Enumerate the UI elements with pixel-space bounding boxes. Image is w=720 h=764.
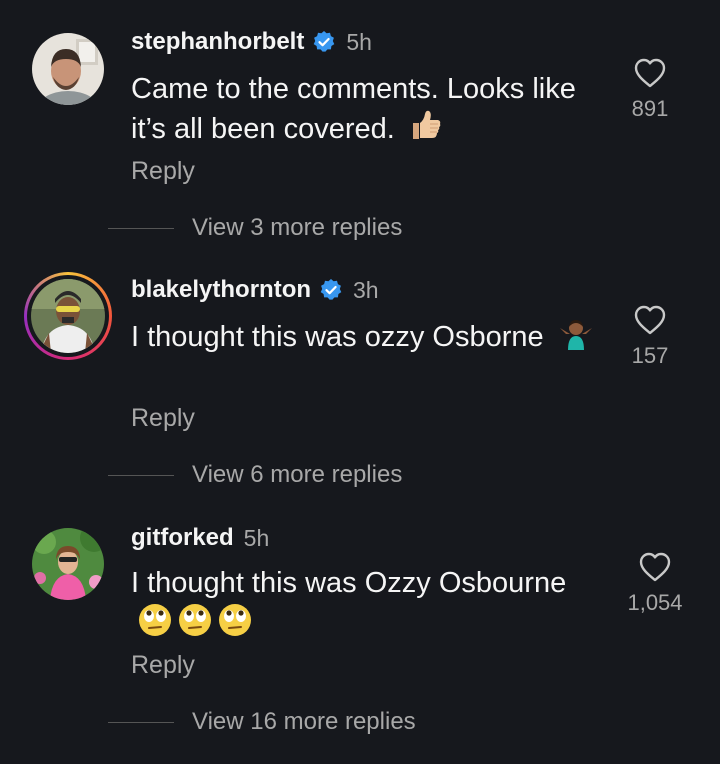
- heart-icon[interactable]: [639, 552, 671, 582]
- like-count: 1,054: [627, 590, 683, 615]
- like-button[interactable]: 157: [610, 305, 690, 369]
- verified-badge-icon: [320, 279, 342, 300]
- reply-button[interactable]: Reply: [131, 157, 195, 186]
- comment-text: I thought this was Ozzy Osbourne: [131, 565, 601, 648]
- view-replies-label[interactable]: View 3 more replies: [192, 214, 402, 242]
- comment-text-content: Came to the comments. Looks like it’s al…: [131, 73, 576, 145]
- view-replies-button[interactable]: View 6 more replies: [108, 460, 402, 490]
- like-button[interactable]: 891: [610, 58, 690, 122]
- comment-time: 5h: [243, 524, 270, 551]
- heart-icon[interactable]: [634, 58, 666, 88]
- view-replies-label[interactable]: View 16 more replies: [192, 708, 416, 736]
- reply-button[interactable]: Reply: [131, 651, 195, 680]
- avatar[interactable]: [32, 528, 104, 600]
- view-replies-label[interactable]: View 6 more replies: [192, 461, 402, 489]
- person-shrugging-icon: [558, 318, 594, 360]
- view-replies-button[interactable]: View 3 more replies: [108, 213, 402, 243]
- like-count: 891: [631, 96, 669, 121]
- comment-text-content: I thought this was ozzy Osborne: [131, 321, 544, 353]
- avatar[interactable]: [31, 279, 105, 353]
- verified-badge-icon: [314, 31, 335, 52]
- like-button[interactable]: 1,054: [610, 552, 700, 616]
- like-count: 157: [631, 343, 669, 368]
- avatar-story-ring[interactable]: [24, 272, 112, 360]
- reply-button[interactable]: Reply: [131, 404, 195, 433]
- username[interactable]: gitforked: [131, 524, 234, 552]
- comment-text: I thought this was ozzy Osborne: [131, 318, 601, 360]
- thumbs-up-icon: [409, 108, 443, 152]
- divider-line: [108, 721, 174, 723]
- divider-line: [108, 474, 174, 476]
- username[interactable]: stephanhorbelt: [131, 28, 304, 56]
- comment-text: Came to the comments. Looks like it’s al…: [131, 71, 601, 152]
- comments-list: stephanhorbelt 5h Came to the comments. …: [0, 0, 720, 764]
- comment-text-content: I thought this was Ozzy Osbourne: [131, 567, 567, 599]
- divider-line: [108, 227, 174, 229]
- comment-time: 5h: [346, 28, 372, 55]
- heart-icon[interactable]: [634, 305, 666, 335]
- avatar[interactable]: [32, 33, 104, 105]
- comment-time: 3h: [353, 276, 379, 303]
- view-replies-button[interactable]: View 16 more replies: [108, 707, 416, 737]
- username[interactable]: blakelythornton: [131, 276, 311, 304]
- face-with-rolling-eyes-icon: [137, 602, 253, 648]
